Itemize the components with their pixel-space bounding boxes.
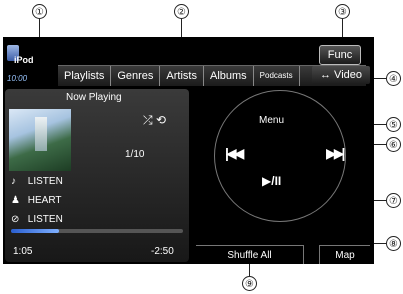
map-button[interactable]: Map: [319, 245, 370, 264]
artist-row: ♟ HEART: [11, 195, 62, 206]
tab-genres[interactable]: Genres: [111, 66, 161, 86]
previous-track-button[interactable]: |◀◀: [225, 145, 245, 162]
tab-albums[interactable]: Albums: [204, 66, 254, 86]
disc-icon: ⊘: [11, 214, 20, 225]
callout-9-leader: [249, 263, 250, 276]
callout-3: ③: [335, 4, 350, 19]
shuffle-repeat-icon: ⤮ ⟲: [143, 113, 166, 127]
callout-9: ⑨: [242, 276, 257, 291]
song-title-row: ♪ LISTEN: [11, 176, 63, 187]
tab-artists[interactable]: Artists: [160, 66, 204, 86]
album-row: ⊘ LISTEN: [11, 214, 63, 225]
callout-8: ⑧: [386, 236, 401, 251]
play-pause-button[interactable]: ▶/II: [262, 174, 281, 188]
artist-name: HEART: [27, 195, 62, 206]
now-playing-title: Now Playing: [66, 92, 122, 103]
elapsed-time: 1:05: [13, 246, 33, 257]
video-switch-button[interactable]: ↔ Video: [312, 66, 370, 84]
head-unit-screen: iPod 10:00 Playlists Genres Artists Albu…: [3, 37, 374, 264]
source-label: iPod: [14, 55, 34, 65]
song-title: LISTEN: [27, 176, 63, 187]
remaining-time: -2:50: [151, 246, 174, 257]
menu-button[interactable]: Menu: [259, 115, 284, 126]
person-icon: ♟: [11, 195, 20, 206]
album-artwork[interactable]: [9, 109, 71, 171]
callout-7: ⑦: [386, 193, 401, 208]
playback-progress-bar[interactable]: [11, 229, 183, 233]
callout-1: ①: [32, 4, 47, 19]
note-icon: ♪: [11, 176, 16, 187]
ipod-source-icon[interactable]: iPod: [5, 45, 41, 69]
callout-2: ②: [174, 4, 189, 19]
track-number: 1/10: [125, 149, 145, 160]
tab-podcasts[interactable]: Podcasts: [254, 66, 300, 86]
now-playing-panel: Now Playing ⤮ ⟲ 1/10 ♪ LISTEN ♟ HEART ⊘ …: [5, 89, 189, 262]
next-track-button[interactable]: ▶▶|: [326, 145, 346, 162]
callout-6: ⑥: [386, 137, 401, 152]
callout-4: ④: [386, 71, 401, 86]
func-button[interactable]: Func: [319, 45, 361, 65]
progress-fill: [11, 229, 60, 233]
callout-5: ⑤: [386, 117, 401, 132]
clock: 10:00: [7, 74, 28, 83]
shuffle-all-button[interactable]: Shuffle All: [196, 245, 304, 264]
tab-playlists[interactable]: Playlists: [58, 66, 112, 86]
album-title: LISTEN: [27, 214, 63, 225]
